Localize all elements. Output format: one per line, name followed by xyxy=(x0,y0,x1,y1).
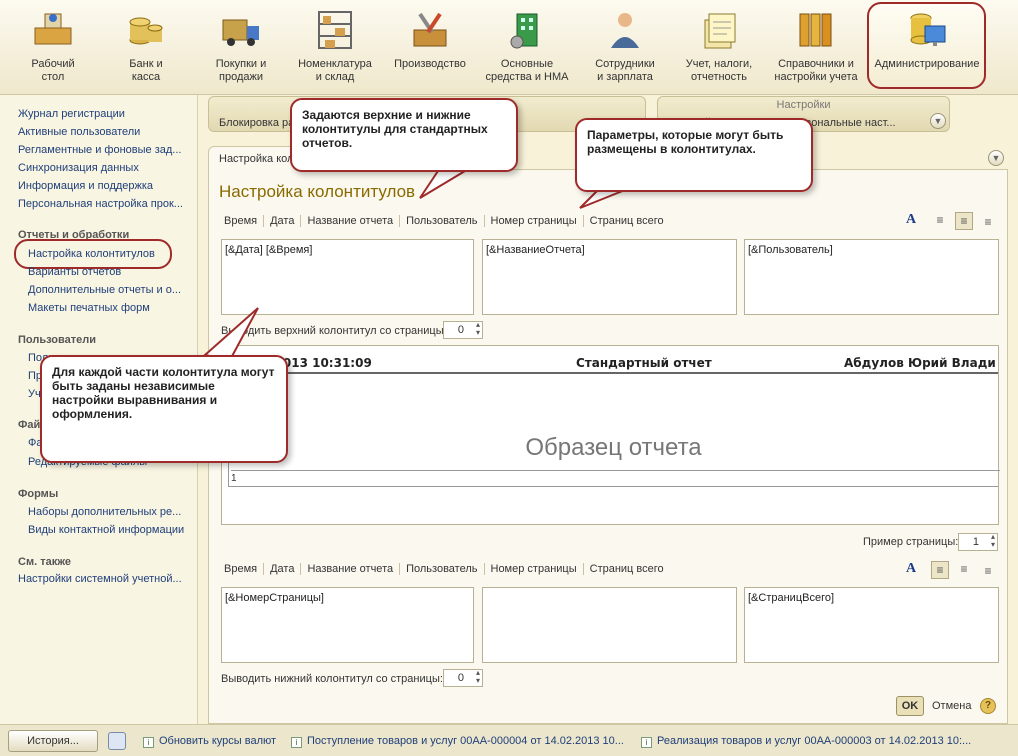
sample-page-label: Пример страницы: xyxy=(863,536,959,548)
tools-icon xyxy=(413,12,447,47)
insert-report-name-button[interactable]: Название отчета xyxy=(301,215,401,227)
preview-report-title: Стандартный отчет xyxy=(576,356,712,370)
cancel-button[interactable]: Отмена xyxy=(932,700,971,712)
preview-grid: Образец отчета 1 xyxy=(228,372,1000,487)
insert-time-button[interactable]: Время xyxy=(224,215,265,227)
settings-panel-title: Настройки xyxy=(776,99,831,111)
coins-icon xyxy=(129,17,163,45)
sidebar-heading-users: Пользователи xyxy=(18,334,97,346)
section-employees[interactable]: Сотрудники и зарплата xyxy=(584,8,666,90)
section-references[interactable]: Справочники и настройки учета xyxy=(770,8,862,90)
align-right-icon[interactable]: ≡ xyxy=(979,563,997,581)
shelves-icon xyxy=(318,11,352,49)
align-center-icon[interactable]: ≡ xyxy=(955,561,973,579)
history-item[interactable]: i Обновить курсы валют xyxy=(143,735,276,748)
sidebar-item-report-variants[interactable]: Варианты отчетов xyxy=(28,266,121,278)
sidebar-heading-see-also: См. также xyxy=(18,556,71,568)
align-left-icon[interactable]: ≡ xyxy=(931,561,949,579)
header-from-page-spinner[interactable]: 0 xyxy=(443,321,483,339)
insert-user-button[interactable]: Пользователь xyxy=(400,215,485,227)
page-title: Настройка колонтитулов xyxy=(219,182,416,201)
footer-from-page-label: Выводить нижний колонтитул со страницы: xyxy=(221,673,443,685)
building-icon xyxy=(510,13,538,49)
insert-date-button[interactable]: Дата xyxy=(264,563,302,575)
windows-icon[interactable] xyxy=(108,732,126,750)
footer-left-input[interactable]: [&НомерСтраницы] xyxy=(221,587,474,663)
section-purchases[interactable]: Покупки и продажи xyxy=(196,8,286,90)
insert-page-number-button[interactable]: Номер страницы xyxy=(485,215,584,227)
footer-field-toolbar: Время Дата Название отчета Пользователь Номе… xyxy=(224,563,670,575)
insert-time-button[interactable]: Время xyxy=(224,563,265,575)
sidebar-item-contact-info-kinds[interactable]: Виды контактной информации xyxy=(28,524,184,536)
sidebar-item-header-footer[interactable]: Настройка колонтитулов xyxy=(28,248,155,260)
history-item[interactable]: i Поступление товаров и услуг 00АА-000004… xyxy=(291,735,624,748)
sidebar-item-data-sync[interactable]: Синхронизация данных xyxy=(18,162,139,174)
insert-page-number-button[interactable]: Номер страницы xyxy=(485,563,584,575)
insert-page-count-button[interactable]: Страниц всего xyxy=(584,563,670,575)
section-accounting[interactable]: Учет, налоги, отчетность xyxy=(676,8,762,90)
header-center-input[interactable]: [&НазваниеОтчета] xyxy=(482,239,737,315)
sample-page-spinner[interactable]: 1 xyxy=(958,533,998,551)
header-left-input[interactable]: [&Дата] [&Время] xyxy=(221,239,474,315)
sidebar-item-event-log[interactable]: Журнал регистрации xyxy=(18,108,125,120)
help-icon[interactable]: ? xyxy=(980,698,996,714)
section-desktop[interactable]: Рабочий стол xyxy=(10,8,96,90)
align-right-icon[interactable]: ≡ xyxy=(979,214,997,232)
history-item[interactable]: i Реализация товаров и услуг 00АА-000003 … xyxy=(641,735,971,748)
insert-report-name-button[interactable]: Название отчета xyxy=(301,563,401,575)
footer-center-input[interactable] xyxy=(482,587,737,663)
employee-icon xyxy=(611,13,639,48)
history-button[interactable]: История... xyxy=(8,730,98,752)
binders-icon xyxy=(799,13,832,47)
callout-left: Для каждой части колонтитула могут быть … xyxy=(40,355,288,463)
sidebar-item-additional-reports[interactable]: Дополнительные отчеты и о... xyxy=(28,284,181,296)
info-icon: i xyxy=(291,737,302,748)
info-icon: i xyxy=(641,737,652,748)
section-toolbar: Рабочий стол Банк и касса Покупки и прод… xyxy=(0,0,1018,95)
info-icon: i xyxy=(143,737,154,748)
history-bar: История... i Обновить курсы валют i Поступ… xyxy=(0,724,1018,756)
align-left-icon[interactable]: ≡ xyxy=(931,212,949,230)
sidebar-item-personal-settings[interactable]: Персональная настройка прок... xyxy=(18,198,183,210)
footer-right-input[interactable]: [&СтраницВсего] xyxy=(744,587,999,663)
insert-page-count-button[interactable]: Страниц всего xyxy=(584,215,670,227)
preview-page-number: 1 xyxy=(231,470,1000,484)
sidebar-item-active-users[interactable]: Активные пользователи xyxy=(18,126,140,138)
section-production[interactable]: Производство xyxy=(388,8,472,90)
sidebar-item-support[interactable]: Информация и поддержка xyxy=(18,180,153,192)
section-bank[interactable]: Банк и касса xyxy=(108,8,184,90)
admin-icon xyxy=(910,13,946,46)
truck-icon xyxy=(222,19,259,46)
sidebar-item-scheduled-jobs[interactable]: Регламентные и фоновые зад... xyxy=(18,144,181,156)
ok-button[interactable]: OK xyxy=(896,696,924,716)
sidebar-item-print-layouts[interactable]: Макеты печатных форм xyxy=(28,302,150,314)
panel-menu-chevron-icon[interactable]: ▼ xyxy=(988,150,1004,166)
chevron-down-icon[interactable]: ▼ xyxy=(930,113,946,129)
header-from-page-label: Выводить верхний колонтитул со страницы: xyxy=(221,325,447,337)
documents-icon xyxy=(704,13,736,49)
preview-user: Абдулов Юрий Влади xyxy=(844,356,996,370)
insert-user-button[interactable]: Пользователь xyxy=(400,563,485,575)
header-field-toolbar: Время Дата Название отчета Пользователь Номе… xyxy=(224,215,670,227)
section-fixed-assets[interactable]: Основные средства и НМА xyxy=(484,8,570,90)
sidebar-item-system-account-settings[interactable]: Настройки системной учетной... xyxy=(18,573,182,585)
sidebar-heading-forms: Формы xyxy=(18,488,59,500)
report-preview: 14.02.2013 10:31:09 Стандартный отчет Аб… xyxy=(221,345,1000,525)
preview-sample-text: Образец отчета xyxy=(525,434,702,461)
desktop-icon xyxy=(34,13,72,45)
font-icon[interactable]: A xyxy=(906,561,916,577)
align-center-icon[interactable]: ≡ xyxy=(955,212,973,230)
section-administration[interactable]: Администрирование xyxy=(870,8,984,90)
footer-from-page-spinner[interactable]: 0 xyxy=(443,669,483,687)
insert-date-button[interactable]: Дата xyxy=(264,215,302,227)
callout-top: Задаются верхние и нижние колонтитулы дл… xyxy=(290,98,518,172)
callout-right: Параметры, которые могут быть размещены … xyxy=(575,118,813,192)
sidebar-item-additional-attributes[interactable]: Наборы дополнительных ре... xyxy=(28,506,181,518)
font-icon[interactable]: A xyxy=(906,212,916,228)
section-nomenclature[interactable]: Номенклатура и склад xyxy=(294,8,376,90)
header-right-input[interactable]: [&Пользователь] xyxy=(744,239,999,315)
